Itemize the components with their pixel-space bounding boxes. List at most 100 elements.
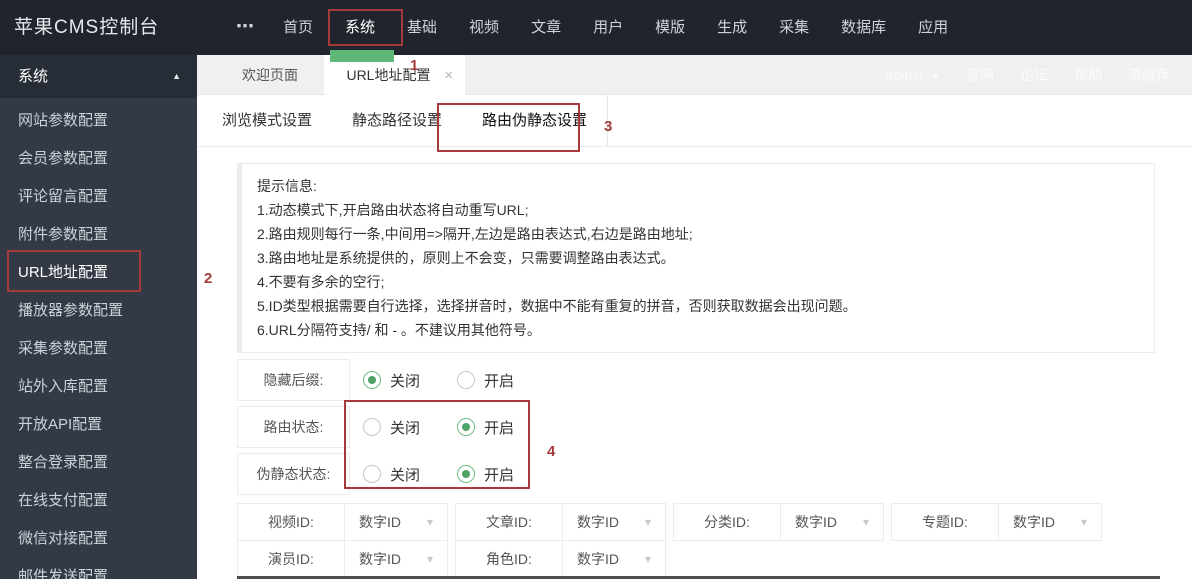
sidebar-item-external-storage[interactable]: 站外入库配置 — [0, 368, 197, 406]
sidebar-item-collect-params[interactable]: 采集参数配置 — [0, 330, 197, 368]
rewrite-status-off-radio[interactable]: 关闭 — [363, 464, 457, 485]
sidebar-item-email-config[interactable]: 邮件发送配置 — [0, 558, 197, 579]
sidebar-item-player-params[interactable]: 播放器参数配置 — [0, 292, 197, 330]
radio-icon — [363, 371, 381, 389]
tips-title: 提示信息: — [257, 178, 317, 194]
chevron-down-icon: ▾ — [862, 515, 869, 529]
radio-icon — [363, 465, 381, 483]
route-status-row: 路由状态: 关闭 开启 — [237, 406, 1155, 448]
radio-icon — [457, 371, 475, 389]
sidebar-item-wechat-config[interactable]: 微信对接配置 — [0, 520, 197, 558]
nav-item-collect[interactable]: 采集 — [763, 0, 825, 55]
top-nav: 首页 系统 基础 视频 文章 用户 模版 生成 采集 数据库 应用 — [267, 0, 964, 55]
sidebar-item-url-config[interactable]: URL地址配置 — [0, 254, 197, 292]
active-nav-indicator — [330, 50, 394, 62]
sidebar-menu: 网站参数配置 会员参数配置 评论留言配置 附件参数配置 URL地址配置 播放器参… — [0, 98, 197, 579]
sidebar-item-open-api[interactable]: 开放API配置 — [0, 406, 197, 444]
role-id-label: 角色ID: — [456, 541, 563, 577]
chevron-down-icon: ▾ — [644, 515, 651, 529]
nav-item-template[interactable]: 模版 — [639, 0, 701, 55]
tips-line: 3.路由地址是系统提供的，原则上不会变，只需要调整路由表达式。 — [257, 250, 675, 266]
sidebar-item-attachment-params[interactable]: 附件参数配置 — [0, 216, 197, 254]
app-window: 苹果CMS控制台 ⋯ 首页 系统 基础 视频 文章 用户 模版 生成 采集 数据… — [0, 0, 1192, 579]
app-logo: 苹果CMS控制台 — [14, 17, 160, 38]
sidebar-item-online-payment[interactable]: 在线支付配置 — [0, 482, 197, 520]
actor-id-label: 演员ID: — [238, 541, 345, 577]
sidebar: 系统 ▲ 网站参数配置 会员参数配置 评论留言配置 附件参数配置 URL地址配置… — [0, 55, 197, 579]
subtab-static-path[interactable]: 静态路径设置 — [332, 95, 462, 146]
category-id-select[interactable]: 数字ID ▾ — [781, 504, 883, 540]
username: admin — [885, 67, 924, 83]
route-status-off-radio[interactable]: 关闭 — [363, 417, 457, 438]
main-area: 欢迎页面 URL地址配置 × admin ▼ 官网 论坛 帮助 清缓存 浏览模式… — [197, 55, 1192, 579]
link-help[interactable]: 帮助 — [1074, 55, 1102, 95]
nav-item-user[interactable]: 用户 — [577, 0, 639, 55]
sidebar-item-member-params[interactable]: 会员参数配置 — [0, 140, 197, 178]
sidebar-item-site-params[interactable]: 网站参数配置 — [0, 102, 197, 140]
sidebar-group-system[interactable]: 系统 ▲ — [0, 55, 197, 98]
chevron-down-icon: ▾ — [426, 552, 433, 566]
nav-item-home[interactable]: 首页 — [267, 0, 329, 55]
nav-item-system[interactable]: 系统 — [329, 0, 391, 55]
sidebar-item-integrated-login[interactable]: 整合登录配置 — [0, 444, 197, 482]
link-official-site[interactable]: 官网 — [966, 55, 994, 95]
radio-icon — [457, 418, 475, 436]
actor-id-select[interactable]: 数字ID ▾ — [345, 541, 447, 577]
subtab-route-rewrite[interactable]: 路由伪静态设置 — [462, 95, 609, 146]
role-id-cell: 角色ID: 数字ID ▾ — [455, 540, 666, 578]
tab-label: URL地址配置 — [346, 67, 431, 83]
nav-item-generate[interactable]: 生成 — [701, 0, 763, 55]
tips-line: 2.路由规则每行一条,中间用=>隔开,左边是路由表达式,右边是路由地址; — [257, 226, 693, 242]
id-row-2: 演员ID: 数字ID ▾ 角色ID: 数字ID ▾ — [237, 540, 1155, 578]
topic-id-select[interactable]: 数字ID ▾ — [999, 504, 1101, 540]
collapse-up-icon: ▲ — [172, 71, 181, 81]
link-forum[interactable]: 论坛 — [1020, 55, 1048, 95]
nav-item-apps[interactable]: 应用 — [902, 0, 964, 55]
user-dropdown[interactable]: admin ▼ — [885, 55, 940, 95]
route-status-on-radio[interactable]: 开启 — [457, 417, 551, 438]
video-id-label: 视频ID: — [238, 504, 345, 540]
topic-id-label: 专题ID: — [892, 504, 999, 540]
article-id-select[interactable]: 数字ID ▾ — [563, 504, 665, 540]
nav-item-database[interactable]: 数据库 — [825, 0, 902, 55]
rewrite-status-label: 伪静态状态: — [237, 453, 350, 495]
tab-welcome[interactable]: 欢迎页面 — [220, 55, 320, 95]
id-type-table: 视频ID: 数字ID ▾ 文章ID: 数字ID ▾ 分类ID: 数字ID ▾ 专… — [237, 503, 1155, 578]
video-id-select[interactable]: 数字ID ▾ — [345, 504, 447, 540]
rewrite-status-options: 关闭 开启 — [363, 464, 551, 485]
sidebar-item-comment-config[interactable]: 评论留言配置 — [0, 178, 197, 216]
category-id-cell: 分类ID: 数字ID ▾ — [673, 503, 884, 541]
hide-suffix-options: 关闭 开启 — [363, 370, 551, 391]
nav-item-video[interactable]: 视频 — [453, 0, 515, 55]
tips-box: 提示信息: 1.动态模式下,开启路由状态将自动重写URL; 2.路由规则每行一条… — [237, 163, 1155, 353]
top-navbar: 苹果CMS控制台 ⋯ 首页 系统 基础 视频 文章 用户 模版 生成 采集 数据… — [0, 0, 1192, 55]
actor-id-cell: 演员ID: 数字ID ▾ — [237, 540, 448, 578]
chevron-down-icon: ▾ — [426, 515, 433, 529]
article-id-label: 文章ID: — [456, 504, 563, 540]
chevron-down-icon: ▼ — [931, 72, 940, 82]
role-id-select[interactable]: 数字ID ▾ — [563, 541, 665, 577]
header-user-links: admin ▼ 官网 论坛 帮助 清缓存 — [885, 55, 1170, 95]
chevron-down-icon: ▾ — [1080, 515, 1087, 529]
tips-line: 4.不要有多余的空行; — [257, 274, 385, 290]
hide-suffix-off-radio[interactable]: 关闭 — [363, 370, 457, 391]
hide-suffix-row: 隐藏后缀: 关闭 开启 — [237, 359, 1155, 401]
hide-suffix-label: 隐藏后缀: — [237, 359, 350, 401]
nav-item-article[interactable]: 文章 — [515, 0, 577, 55]
rewrite-status-row: 伪静态状态: 关闭 开启 — [237, 453, 1155, 495]
sidebar-group-label: 系统 — [18, 68, 49, 85]
video-id-cell: 视频ID: 数字ID ▾ — [237, 503, 448, 541]
close-tab-icon[interactable]: × — [444, 56, 453, 96]
collapse-menu-icon[interactable]: ⋯ — [236, 0, 254, 53]
tips-line: 1.动态模式下,开启路由状态将自动重写URL; — [257, 202, 529, 218]
rewrite-status-on-radio[interactable]: 开启 — [457, 464, 551, 485]
subtab-browse-mode[interactable]: 浏览模式设置 — [202, 95, 332, 146]
nav-item-basic[interactable]: 基础 — [391, 0, 453, 55]
settings-content: 提示信息: 1.动态模式下,开启路由状态将自动重写URL; 2.路由规则每行一条… — [197, 148, 1192, 579]
radio-icon — [457, 465, 475, 483]
route-status-label: 路由状态: — [237, 406, 350, 448]
link-clear-cache[interactable]: 清缓存 — [1128, 55, 1170, 95]
hide-suffix-on-radio[interactable]: 开启 — [457, 370, 551, 391]
radio-icon — [363, 418, 381, 436]
topic-id-cell: 专题ID: 数字ID ▾ — [891, 503, 1102, 541]
